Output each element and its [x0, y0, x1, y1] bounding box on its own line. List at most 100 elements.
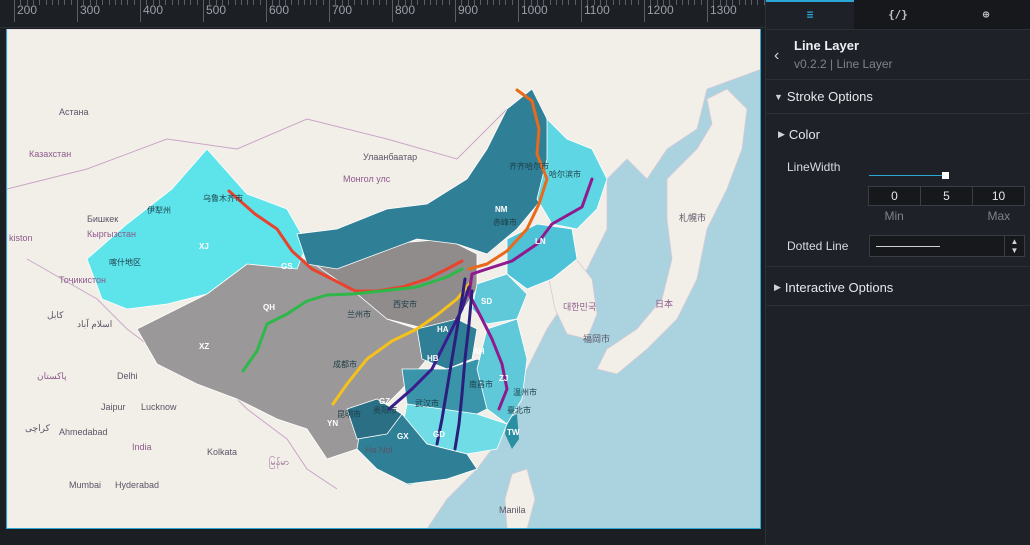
label-islamabad: اسلام آباد [77, 318, 112, 330]
label-manila: Manila [499, 505, 526, 515]
linewidth-slider[interactable] [869, 172, 949, 180]
ruler-minor-tick [719, 0, 721, 5]
prov-gx: GX [397, 432, 409, 441]
linewidth-value-input[interactable]: 5 [921, 187, 973, 205]
city-chifeng: 赤峰市 [493, 217, 517, 227]
ruler-minor-tick [757, 0, 759, 5]
section-stroke-options[interactable]: ▼ Stroke Options [766, 80, 1030, 114]
ruler-minor-tick [360, 0, 362, 5]
ruler-minor-tick [95, 0, 97, 5]
ruler-minor-tick [713, 0, 715, 5]
city-yili: 伊犁州 [147, 205, 171, 215]
ruler-minor-tick [669, 0, 671, 5]
ruler-minor-tick [291, 0, 293, 5]
ruler-minor-tick [448, 0, 450, 5]
ruler-minor-tick [20, 0, 22, 5]
layer-version: v0.2.2 | Line Layer [794, 57, 893, 71]
panel-tabs: ≡ {/} ⊕ [766, 0, 1030, 30]
ruler-minor-tick [631, 0, 633, 5]
ruler-minor-tick [177, 0, 179, 5]
ruler-minor-tick [505, 0, 507, 5]
label-kazakhstan: Казахстан [29, 149, 71, 159]
ruler-minor-tick [486, 0, 488, 5]
city-xian: 西安市 [393, 299, 417, 309]
horizontal-ruler: 200 300 400 500 600 700 800 900 1000 1100 1200 1300 [0, 0, 765, 28]
prov-gs: GS [281, 262, 293, 271]
ruler-minor-tick [240, 0, 242, 5]
section-interactive-options[interactable]: ▶ Interactive Options [766, 270, 1030, 306]
ruler-minor-tick [278, 0, 280, 5]
map-canvas[interactable]: Астана Казахстан Бишкек kiston Кыргызста… [6, 29, 761, 529]
city-guiyang: 贵阳市 [373, 405, 397, 415]
ruler-minor-tick [190, 0, 192, 5]
ruler-minor-tick [725, 0, 727, 5]
ruler-minor-tick [618, 0, 620, 5]
ruler-label: 400 [143, 3, 164, 17]
ruler-major-tick [581, 0, 582, 22]
ruler-minor-tick [45, 0, 47, 5]
dotted-line-select[interactable]: ▲ ▼ [869, 235, 1025, 257]
ruler-label: 500 [206, 3, 227, 17]
ruler-major-tick [644, 0, 645, 22]
ruler-minor-tick [637, 0, 639, 5]
min-label: Min [884, 209, 904, 223]
caret-right-icon: ▶ [774, 282, 781, 292]
ruler-minor-tick [121, 0, 123, 5]
config-panel: ≡ {/} ⊕ ‹ Line Layer v0.2.2 | Line Layer… [765, 0, 1030, 545]
label-kolkata: Kolkata [207, 447, 237, 457]
label-kyrgyz: Кыргызстан [87, 229, 136, 239]
ruler-minor-tick [751, 0, 753, 5]
ruler-minor-tick [675, 0, 677, 5]
ruler-major-tick [329, 0, 330, 22]
tab-data[interactable]: {/} [854, 0, 942, 29]
ruler-major-tick [266, 0, 267, 22]
ruler-minor-tick [568, 0, 570, 5]
ruler-minor-tick [662, 0, 664, 5]
ruler-minor-tick [732, 0, 734, 5]
linewidth-min-input[interactable]: 0 [869, 187, 921, 205]
ruler-minor-tick [335, 0, 337, 5]
label-mumbai: Mumbai [69, 480, 101, 490]
ruler-minor-tick [511, 0, 513, 5]
ruler-minor-tick [127, 0, 129, 5]
ruler-minor-tick [656, 0, 658, 5]
linewidth-minmax-labels: Min Max [868, 209, 1025, 223]
ruler-label: 600 [269, 3, 290, 17]
ruler-minor-tick [297, 0, 299, 5]
city-kashgar: 喀什地区 [109, 257, 141, 267]
city-wuhan: 武汉市 [415, 398, 439, 408]
ruler-label: 800 [395, 3, 416, 17]
ruler-minor-tick [234, 0, 236, 5]
chevron-left-icon[interactable]: ‹ [774, 47, 779, 65]
ruler-minor-tick [612, 0, 614, 5]
line-style-sample [876, 246, 940, 247]
tab-style[interactable]: ≡ [766, 0, 854, 29]
code-icon: {/} [888, 8, 908, 21]
label-sapporo: 札幌市 [679, 212, 706, 223]
city-kunming: 昆明市 [337, 409, 361, 419]
ruler-label: 1000 [521, 3, 548, 17]
label-ulaanbaatar: Улаанбаатар [363, 152, 417, 162]
spinner-icon[interactable]: ▲ ▼ [1004, 236, 1024, 256]
map-svg: Астана Казахстан Бишкек kiston Кыргызста… [7, 29, 760, 528]
slider-handle[interactable] [941, 172, 949, 179]
app-root: 200 300 400 500 600 700 800 900 1000 1100 1200 1300 [0, 0, 1030, 545]
ruler-minor-tick [247, 0, 249, 5]
ruler-minor-tick [354, 0, 356, 5]
ruler-minor-tick [480, 0, 482, 5]
label-hanoi: Ha Noi [365, 445, 393, 455]
linewidth-max-input[interactable]: 10 [973, 187, 1024, 205]
label-fukuoka: 福岡市 [583, 333, 610, 344]
label-lucknow: Lucknow [141, 402, 177, 412]
ruler-minor-tick [499, 0, 501, 5]
section-color[interactable]: ▶ Color [766, 114, 1030, 154]
tab-interaction[interactable]: ⊕ [942, 0, 1030, 29]
ruler-major-tick [392, 0, 393, 22]
ruler-minor-tick [165, 0, 167, 5]
ruler-minor-tick [650, 0, 652, 5]
ruler-minor-tick [606, 0, 608, 5]
slider-fill [869, 175, 945, 176]
ruler-minor-tick [404, 0, 406, 5]
prov-hb: HB [427, 354, 439, 363]
ruler-major-tick [140, 0, 141, 22]
